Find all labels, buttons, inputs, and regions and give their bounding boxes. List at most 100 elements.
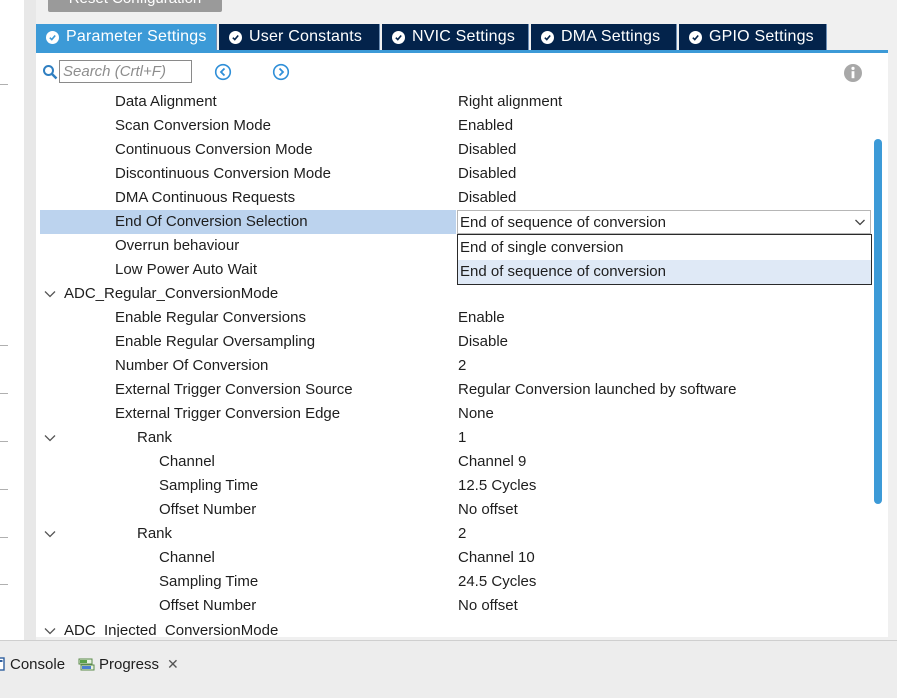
check-circle-icon [689, 30, 702, 44]
bottom-view-bar: Console Progress ✕ [0, 640, 897, 698]
reset-configuration-button[interactable]: Reset Configuration [48, 0, 222, 12]
tab-label: User Constants [249, 28, 363, 45]
param-name: Scan Conversion Mode [115, 117, 271, 134]
close-icon[interactable]: ✕ [167, 656, 179, 673]
param-value: Right alignment [458, 93, 563, 110]
tab-label: NVIC Settings [412, 28, 516, 45]
param-row[interactable]: Channel Channel 10 [40, 546, 868, 570]
param-value: Channel 10 [458, 549, 535, 566]
scrollbar-thumb[interactable] [874, 139, 882, 504]
param-name: DMA Continuous Requests [115, 189, 296, 206]
chevron-down-icon[interactable] [43, 287, 57, 301]
search-next-icon[interactable] [272, 63, 290, 81]
param-value: Channel 9 [458, 453, 527, 470]
param-row[interactable]: Data Alignment Right alignment [40, 90, 868, 114]
param-value: Disabled [458, 165, 517, 182]
tab-dma-settings[interactable]: DMA Settings [531, 24, 677, 50]
param-value: 1 [458, 429, 467, 446]
param-row[interactable]: Sampling Time 24.5 Cycles [40, 570, 868, 594]
tab-nvic-settings[interactable]: NVIC Settings [382, 24, 529, 50]
param-row[interactable]: Enable Regular Oversampling Disable [40, 330, 868, 354]
tab-gpio-settings[interactable]: GPIO Settings [679, 24, 827, 50]
param-value: None [458, 405, 494, 422]
param-name: Enable Regular Conversions [115, 309, 306, 326]
param-row[interactable]: Discontinuous Conversion Mode Disabled [40, 162, 868, 186]
param-name: Data Alignment [115, 93, 217, 110]
panel-divider[interactable] [24, 0, 36, 640]
param-name: Sampling Time [159, 573, 259, 590]
param-name: Overrun behaviour [115, 237, 240, 254]
param-name: Rank [137, 525, 173, 542]
group-name: ADC_Regular_ConversionMode [64, 285, 279, 302]
check-circle-icon [541, 30, 554, 44]
param-row[interactable]: Offset Number No offset [40, 498, 868, 522]
chevron-down-icon[interactable] [43, 624, 57, 637]
param-name: Rank [137, 429, 173, 446]
group-name: ADC_Injected_ConversionMode [64, 622, 279, 637]
tab-label: GPIO Settings [709, 28, 814, 45]
param-name: Low Power Auto Wait [115, 261, 258, 278]
chevron-down-icon[interactable] [43, 527, 57, 541]
param-value: Disabled [458, 141, 517, 158]
rank-row[interactable]: Rank 2 [40, 522, 868, 546]
param-value: Disable [458, 333, 509, 350]
gutter-tick [0, 441, 8, 442]
search-input[interactable] [59, 60, 192, 83]
check-circle-icon [46, 30, 59, 44]
group-row[interactable]: ADC_Injected_ConversionMode [40, 619, 868, 637]
search-icon [43, 65, 58, 80]
tab-parameter-settings[interactable]: Parameter Settings [36, 24, 217, 50]
info-icon[interactable] [843, 63, 863, 83]
param-name: External Trigger Conversion Edge [115, 405, 341, 422]
param-row[interactable]: Sampling Time 12.5 Cycles [40, 474, 868, 498]
param-value: Regular Conversion launched by software [458, 381, 737, 398]
check-circle-icon [229, 30, 242, 44]
param-name: External Trigger Conversion Source [115, 381, 353, 398]
combobox-value: End of sequence of conversion [460, 214, 666, 231]
param-row[interactable]: Offset Number No offset [40, 594, 868, 618]
chevron-down-icon[interactable] [854, 216, 866, 228]
param-value: Disabled [458, 189, 517, 206]
tab-user-constants[interactable]: User Constants [219, 24, 380, 50]
rank-row[interactable]: Rank 1 [40, 426, 868, 450]
param-row[interactable]: External Trigger Conversion Edge None [40, 402, 868, 426]
param-row[interactable]: Enable Regular Conversions Enable [40, 306, 868, 330]
option-label: End of sequence of conversion [460, 263, 666, 280]
gutter-tick [0, 393, 8, 394]
chevron-down-icon[interactable] [43, 431, 57, 445]
param-value: 24.5 Cycles [458, 573, 537, 590]
tab-console[interactable]: Console [0, 653, 65, 675]
group-row[interactable]: ADC_Regular_ConversionMode [40, 282, 868, 306]
param-name: Offset Number [159, 597, 257, 614]
param-row[interactable]: External Trigger Conversion Source Regul… [40, 378, 868, 402]
end-of-conversion-combobox[interactable]: End of sequence of conversion [457, 210, 871, 234]
param-value: Enabled [458, 117, 514, 134]
param-name: Discontinuous Conversion Mode [115, 165, 331, 182]
dropdown-option[interactable]: End of single conversion [458, 236, 871, 260]
gutter-tick [0, 489, 8, 490]
gutter-tick [0, 345, 8, 346]
param-row[interactable]: Continuous Conversion Mode Disabled [40, 138, 868, 162]
gutter-tick [0, 584, 8, 585]
param-row[interactable]: DMA Continuous Requests Disabled [40, 186, 868, 210]
param-name: Channel [159, 549, 215, 566]
param-value: No offset [458, 597, 518, 614]
param-row[interactable]: Scan Conversion Mode Enabled [40, 114, 868, 138]
check-circle-icon [392, 30, 405, 44]
dropdown-option-highlighted[interactable]: End of sequence of conversion [458, 260, 871, 284]
param-name: Sampling Time [159, 477, 259, 494]
tab-label: Parameter Settings [66, 28, 207, 45]
param-value: Enable [458, 309, 505, 326]
param-value: 2 [458, 525, 467, 542]
tab-progress[interactable]: Progress ✕ [78, 653, 179, 675]
parameter-settings-panel: Data Alignment Right alignment Scan Conv… [36, 53, 888, 637]
param-name: Enable Regular Oversampling [115, 333, 316, 350]
param-row[interactable]: Channel Channel 9 [40, 450, 868, 474]
param-value: 2 [458, 357, 467, 374]
console-icon [0, 657, 5, 671]
param-row[interactable]: Number Of Conversion 2 [40, 354, 868, 378]
search-previous-icon[interactable] [214, 63, 232, 81]
settings-tabbar: Parameter Settings User Constants NVIC S… [36, 24, 888, 50]
param-value: No offset [458, 501, 518, 518]
param-name: Offset Number [159, 501, 257, 518]
